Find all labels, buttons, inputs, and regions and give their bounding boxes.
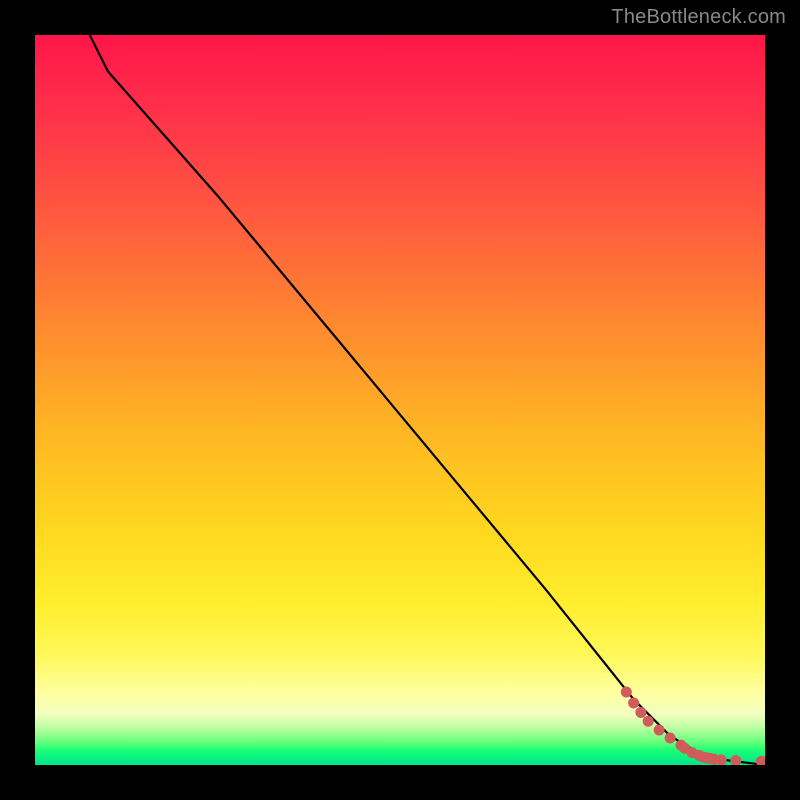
watermark-text: TheBottleneck.com bbox=[611, 6, 786, 29]
data-point bbox=[730, 755, 741, 765]
data-point bbox=[628, 697, 639, 708]
data-point bbox=[654, 724, 665, 735]
plot-area bbox=[35, 35, 765, 765]
data-point bbox=[756, 756, 765, 765]
data-point bbox=[621, 687, 632, 698]
bottleneck-curve bbox=[35, 35, 765, 765]
chart-stage: TheBottleneck.com bbox=[0, 0, 800, 800]
data-point bbox=[716, 754, 727, 765]
data-point bbox=[635, 707, 646, 718]
data-points-group bbox=[621, 687, 765, 766]
data-point bbox=[643, 716, 654, 727]
data-point bbox=[665, 732, 676, 743]
chart-svg bbox=[35, 35, 765, 765]
